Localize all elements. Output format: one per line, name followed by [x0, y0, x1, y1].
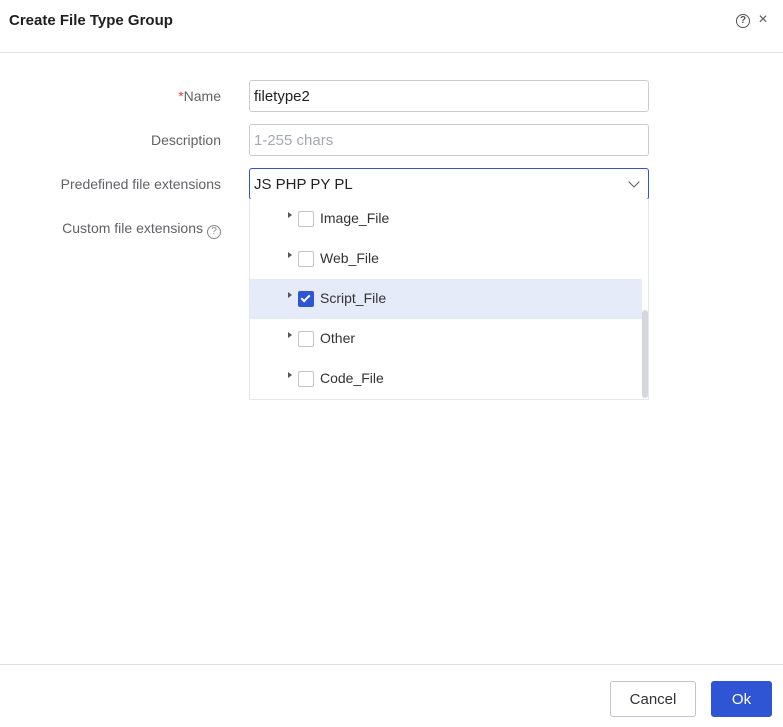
checkbox[interactable] [298, 371, 314, 387]
name-label-text: Name [183, 88, 221, 104]
caret-right-icon[interactable] [288, 372, 292, 378]
chevron-down-icon [628, 176, 640, 188]
description-label: Description [150, 132, 221, 148]
predefined-extensions-select[interactable]: JS PHP PY PL [249, 168, 649, 200]
question-icon[interactable]: ? [207, 225, 221, 239]
caret-right-icon[interactable] [288, 212, 292, 218]
name-label: *Name [178, 88, 221, 104]
predefined-extensions-value: JS PHP PY PL [254, 176, 353, 193]
checkbox-checked[interactable] [298, 291, 314, 307]
tree-item-web-file[interactable]: Web_File [250, 239, 642, 279]
dialog-title: Create File Type Group [9, 12, 173, 29]
tree-item-other[interactable]: Other [250, 319, 642, 359]
caret-right-icon[interactable] [288, 252, 292, 258]
custom-extensions-label-text: Custom file extensions [62, 220, 203, 236]
tree-item-code-file[interactable]: Code_File [250, 359, 642, 399]
checkbox[interactable] [298, 331, 314, 347]
cancel-button[interactable]: Cancel [610, 681, 696, 717]
predefined-extensions-label: Predefined file extensions [60, 176, 221, 192]
caret-right-icon[interactable] [288, 292, 292, 298]
ok-button[interactable]: Ok [711, 681, 772, 717]
checkbox[interactable] [298, 211, 314, 227]
close-icon[interactable]: × [756, 11, 770, 29]
checkbox[interactable] [298, 251, 314, 267]
caret-right-icon[interactable] [288, 332, 292, 338]
check-icon [300, 292, 311, 303]
help-icon[interactable]: ? [736, 14, 750, 28]
tree-item-script-file[interactable]: Script_File [250, 279, 642, 319]
tree-item-label: Script_File [320, 290, 387, 306]
tree-item-label: Web_File [320, 250, 379, 266]
tree-item-label: Image_File [320, 210, 390, 226]
custom-extensions-label: Custom file extensions? [62, 220, 221, 239]
extensions-dropdown: Image_File Web_File Script_File Other Co… [249, 199, 649, 400]
dialog-header: Create File Type Group ? × [0, 0, 783, 53]
description-input[interactable] [249, 124, 649, 156]
dropdown-scrollbar[interactable] [642, 310, 648, 398]
tree-item-image-file[interactable]: Image_File [250, 199, 642, 239]
tree-item-label: Code_File [320, 370, 384, 386]
name-input[interactable] [249, 80, 649, 112]
tree-item-label: Other [320, 330, 356, 346]
